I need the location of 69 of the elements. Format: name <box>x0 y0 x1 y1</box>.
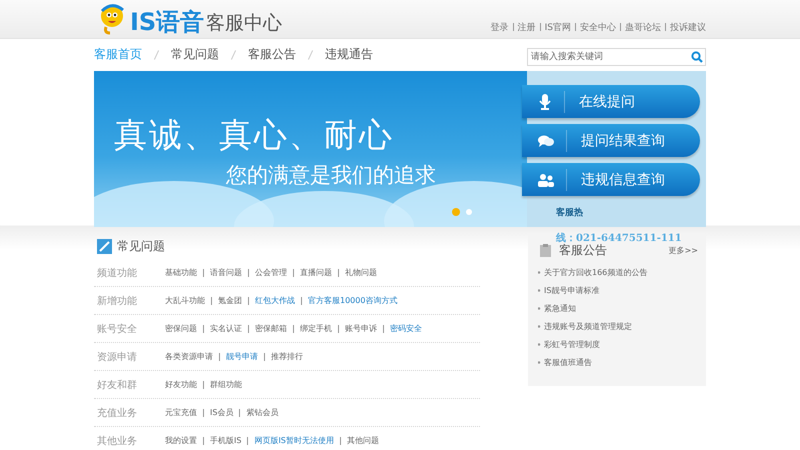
faq-link[interactable]: 我的设置 <box>165 435 197 446</box>
faq-link[interactable]: 各类资源申请 <box>165 351 213 362</box>
search-icon[interactable] <box>691 50 703 62</box>
faq-link[interactable]: 红包大作战 <box>255 295 295 306</box>
users-icon <box>538 172 554 186</box>
search-field[interactable]: 请输入搜索关键词 <box>527 48 706 66</box>
faq-link[interactable]: 大乱斗功能 <box>165 295 205 306</box>
top-link[interactable]: 注册 <box>518 23 536 33</box>
clipboard-icon <box>540 244 551 257</box>
section-title: 客服公告 <box>559 242 607 259</box>
action-button[interactable]: 提问结果查询 <box>522 124 700 157</box>
faq-category: 好友和群 <box>96 378 138 392</box>
faq-category: 新增功能 <box>96 294 138 308</box>
faq-link[interactable]: 礼物问题 <box>345 267 377 278</box>
faq-link[interactable]: 公会管理 <box>255 267 287 278</box>
faq-link[interactable]: 手机版IS <box>210 435 242 446</box>
faq-link[interactable]: 密保邮箱 <box>255 323 287 334</box>
faq-link[interactable]: 群组功能 <box>210 379 242 390</box>
faq-link[interactable]: 语音问题 <box>210 267 242 278</box>
top-link[interactable]: 蛊哥论坛 <box>625 23 661 33</box>
nav-tab[interactable]: 客服公告 <box>248 46 296 63</box>
action-button[interactable]: 违规信息查询 <box>522 163 700 196</box>
faq-category: 其他业务 <box>96 434 138 448</box>
notice-link[interactable]: 彩虹号管理制度 <box>538 339 600 350</box>
top-link[interactable]: 登录 <box>490 23 509 33</box>
faq-link[interactable]: 实名认证 <box>210 323 242 334</box>
top-link[interactable]: 安全中心 <box>580 23 616 33</box>
nav-tab[interactable]: 违规通告 <box>325 46 373 63</box>
action-button[interactable]: 在线提问 <box>522 85 700 118</box>
top-link[interactable]: IS官网 <box>544 23 571 33</box>
hotline-text: 线：021-64475511-111 <box>556 232 683 244</box>
faq-category: 频道功能 <box>96 266 138 280</box>
faq-link[interactable]: 紫钻会员 <box>246 407 278 418</box>
logo-text: IS语音 <box>130 9 204 35</box>
banner-headline: 真诚、真心、耐心 <box>114 114 394 156</box>
faq-link[interactable]: 好友功能 <box>165 379 197 390</box>
faq-link[interactable]: 氪金团 <box>218 295 242 306</box>
faq-link[interactable]: 密码安全 <box>390 323 422 334</box>
notice-link[interactable]: 违规账号及频道管理规定 <box>538 321 632 332</box>
chat-bubbles-icon <box>538 134 554 148</box>
faq-link[interactable]: 推荐排行 <box>271 351 303 362</box>
hotline-text: 客服热 <box>556 206 584 219</box>
notice-link[interactable]: 关于官方回收166频道的公告 <box>538 267 648 278</box>
nav-tab[interactable]: 客服首页 <box>94 46 142 63</box>
faq-category: 账号安全 <box>96 322 138 336</box>
faq-link[interactable]: 元宝充值 <box>165 407 197 418</box>
faq-link[interactable]: IS会员 <box>210 407 234 418</box>
site-title: 客服中心 <box>206 11 282 35</box>
faq-link[interactable]: 绑定手机 <box>300 323 332 334</box>
microphone-icon <box>538 94 552 110</box>
nav-tab[interactable]: 常见问题 <box>171 46 219 63</box>
faq-link[interactable]: 网页版IS暂时无法使用 <box>254 435 334 446</box>
faq-link[interactable]: 直播问题 <box>300 267 332 278</box>
notice-link[interactable]: 客服值班通告 <box>538 357 592 368</box>
faq-link[interactable]: 基础功能 <box>165 267 197 278</box>
section-title: 常见问题 <box>117 238 165 255</box>
faq-link[interactable]: 靓号申请 <box>226 351 258 362</box>
faq-link[interactable]: 密保问题 <box>165 323 197 334</box>
banner-subline: 您的满意是我们的追求 <box>226 162 436 189</box>
top-link[interactable]: 投诉建议 <box>670 23 706 33</box>
faq-category: 充值业务 <box>96 406 138 420</box>
notice-link[interactable]: IS靓号申请标准 <box>538 285 600 296</box>
pencil-note-icon <box>97 239 112 254</box>
faq-link[interactable]: 其他问题 <box>346 435 379 446</box>
more-link[interactable]: 更多>> <box>668 245 698 256</box>
faq-link[interactable]: 账号申诉 <box>345 323 377 334</box>
faq-link[interactable]: 官方客服10000咨询方式 <box>308 295 398 306</box>
faq-category: 资源申请 <box>96 350 138 364</box>
notice-link[interactable]: 紧急通知 <box>538 303 576 314</box>
